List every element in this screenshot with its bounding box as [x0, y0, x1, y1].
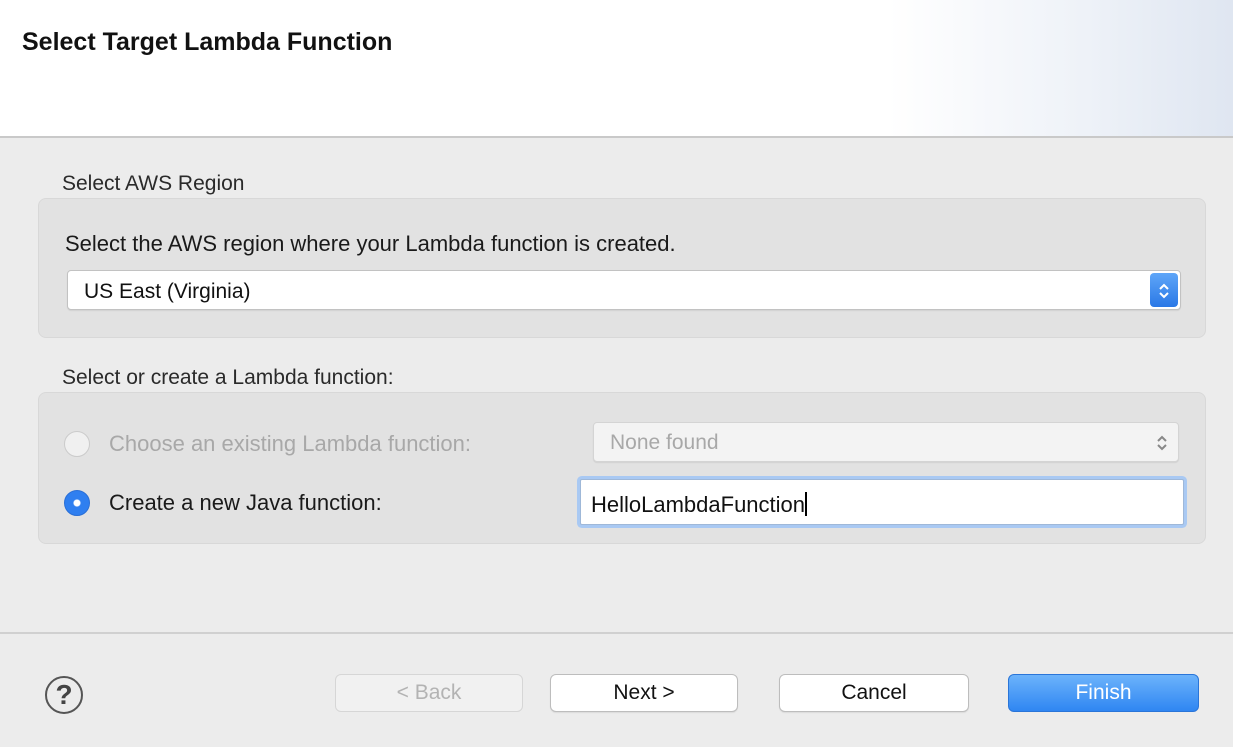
- wizard-header: Select Target Lambda Function: [0, 0, 1233, 138]
- cancel-button[interactable]: Cancel: [779, 674, 969, 712]
- existing-function-radio[interactable]: [64, 431, 90, 457]
- wizard-footer: ? < Back Next > Cancel Finish: [0, 632, 1233, 747]
- new-function-label: Create a new Java function:: [109, 490, 382, 515]
- back-button[interactable]: < Back: [335, 674, 523, 712]
- region-select[interactable]: US East (Virginia): [67, 270, 1181, 310]
- existing-function-label: Choose an existing Lambda function:: [109, 431, 472, 456]
- next-button[interactable]: Next >: [550, 674, 738, 712]
- new-function-name-input[interactable]: HelloLambdaFunction: [580, 479, 1184, 525]
- function-group-box: Choose an existing Lambda function: None…: [38, 392, 1206, 544]
- new-function-radio[interactable]: [64, 490, 90, 516]
- region-description: Select the AWS region where your Lambda …: [65, 231, 676, 256]
- updown-chevron-icon: [1148, 425, 1176, 459]
- question-circle-icon[interactable]: ?: [45, 676, 83, 714]
- function-group-label: Select or create a Lambda function:: [62, 366, 394, 389]
- region-group-box: Select the AWS region where your Lambda …: [38, 198, 1206, 338]
- text-caret: [805, 492, 808, 516]
- existing-function-select[interactable]: None found: [593, 422, 1179, 462]
- updown-chevron-icon: [1150, 273, 1178, 307]
- page-title: Select Target Lambda Function: [22, 28, 393, 56]
- region-group-label: Select AWS Region: [62, 172, 245, 195]
- existing-function-select-value: None found: [610, 431, 719, 454]
- wizard-body: Select AWS Region Select the AWS region …: [0, 138, 1233, 632]
- region-select-value: US East (Virginia): [84, 280, 251, 303]
- new-function-name-value: HelloLambdaFunction: [591, 492, 808, 517]
- finish-button[interactable]: Finish: [1008, 674, 1199, 712]
